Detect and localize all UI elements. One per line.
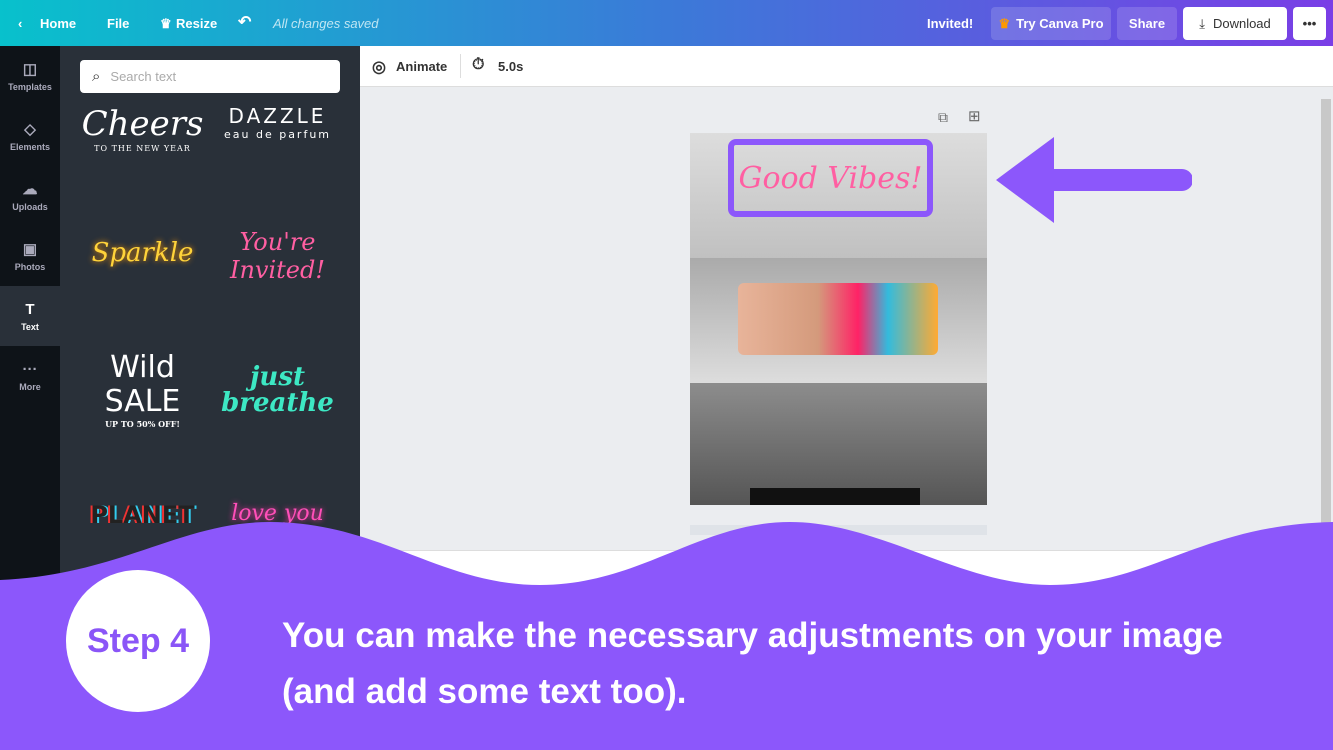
template-sub: eau de parfum	[223, 128, 332, 141]
timer-icon: ⏱	[472, 56, 485, 73]
footer-bar: Notes 33%	[360, 550, 1333, 585]
text-icon: T	[25, 300, 35, 318]
rail-text[interactable]: T Text	[0, 286, 60, 346]
divider	[460, 54, 461, 78]
template-invited[interactable]: You're Invited!	[215, 228, 340, 284]
template-sub: TO THE NEW YEAR	[94, 144, 191, 153]
download-icon: ⤓	[1199, 15, 1205, 31]
template-sub: UP TO 50% OFF!	[105, 419, 180, 429]
template-just-breathe[interactable]: just breathe	[215, 364, 340, 416]
photos-icon: ▣	[22, 241, 38, 258]
elements-icon: ◇	[24, 121, 36, 138]
design-title[interactable]: Invited!	[927, 16, 973, 31]
share-button[interactable]: Share	[1117, 7, 1177, 40]
save-status: All changes saved	[273, 16, 379, 31]
template-main: Cheers	[81, 104, 204, 144]
rail-more[interactable]: ··· More	[0, 346, 60, 406]
rail-label: Elements	[9, 142, 51, 152]
template-cheers[interactable]: Cheers TO THE NEW YEAR	[80, 104, 205, 153]
canvas-text-good-vibes[interactable]: Good Vibes!	[728, 139, 933, 217]
rail-label: Text	[21, 321, 39, 332]
resize-button[interactable]: Resize	[176, 16, 217, 31]
search-placeholder: Search text	[110, 69, 177, 84]
search-icon: ⌕	[92, 68, 101, 85]
arrow-left-icon	[996, 137, 1192, 223]
canvas-area: ⧉ ⊞ Good Vibes!	[360, 87, 1333, 550]
file-menu[interactable]: File	[107, 16, 129, 31]
back-chevron-icon[interactable]: ‹	[18, 16, 22, 31]
duplicate-page-icon[interactable]: ⧉	[938, 109, 948, 126]
search-input[interactable]: ⌕ Search text	[80, 60, 340, 93]
step-caption: You can make the necessary adjustments o…	[282, 616, 1223, 711]
template-dazzle[interactable]: DAZZLE eau de parfum	[215, 104, 340, 141]
download-label: Download	[1212, 16, 1271, 31]
zoom-level[interactable]: 33%	[1176, 561, 1200, 575]
top-bar: ‹ Home File ♛ Resize ↶ All changes saved…	[0, 0, 1333, 46]
design-page[interactable]: Good Vibes!	[690, 133, 987, 505]
template-planet[interactable]: PLANET	[80, 501, 205, 529]
add-page-icon[interactable]: ⊞	[968, 107, 981, 125]
vertical-scrollbar[interactable]	[1321, 99, 1331, 539]
crown-icon: ♛	[998, 15, 1011, 31]
template-main: DAZZLE	[228, 104, 327, 128]
rail-templates[interactable]: ◫ Templates	[0, 46, 60, 106]
rail-uploads[interactable]: ☁ Uploads	[0, 166, 60, 226]
rail-label: Templates	[8, 82, 52, 92]
undo-icon[interactable]: ↶	[238, 12, 251, 32]
home-button[interactable]: Home	[40, 16, 76, 31]
templates-icon: ◫	[22, 61, 38, 78]
try-pro-button[interactable]: ♛ Try Canva Pro	[991, 7, 1111, 40]
notes-button[interactable]: Notes	[377, 561, 408, 575]
animate-button[interactable]: Animate	[396, 59, 447, 74]
try-pro-label: Try Canva Pro	[1016, 16, 1104, 31]
step-badge: Step 4	[66, 570, 210, 712]
rail-photos[interactable]: ▣ Photos	[0, 226, 60, 286]
template-love-you[interactable]: love you	[215, 501, 340, 526]
download-button[interactable]: ⤓ Download	[1183, 7, 1287, 40]
next-page-placeholder	[690, 525, 987, 535]
more-icon: ···	[22, 360, 38, 378]
editor-toolbar: ◎ Animate ⏱ 5.0s	[360, 46, 1333, 87]
upload-icon: ☁	[22, 181, 38, 198]
rail-elements[interactable]: ◇ Elements	[0, 106, 60, 166]
template-sparkle[interactable]: Sparkle	[80, 238, 205, 268]
animate-icon: ◎	[372, 59, 386, 76]
more-options-button[interactable]: •••	[1293, 7, 1326, 40]
rail-label: More	[19, 381, 41, 392]
crown-icon: ♛	[160, 16, 172, 31]
side-rail: ◫ Templates ◇ Elements ☁ Uploads ▣ Photos TT…	[0, 46, 60, 750]
template-main: Wild SALE	[104, 350, 181, 419]
duration-button[interactable]: 5.0s	[498, 59, 523, 74]
rail-label: Uploads	[12, 202, 48, 212]
rail-label: Photos	[14, 262, 46, 272]
template-wild-sale[interactable]: Wild SALE UP TO 50% OFF!	[80, 350, 205, 430]
colorful-photo-strip	[738, 283, 938, 355]
shirt-print	[750, 488, 920, 505]
